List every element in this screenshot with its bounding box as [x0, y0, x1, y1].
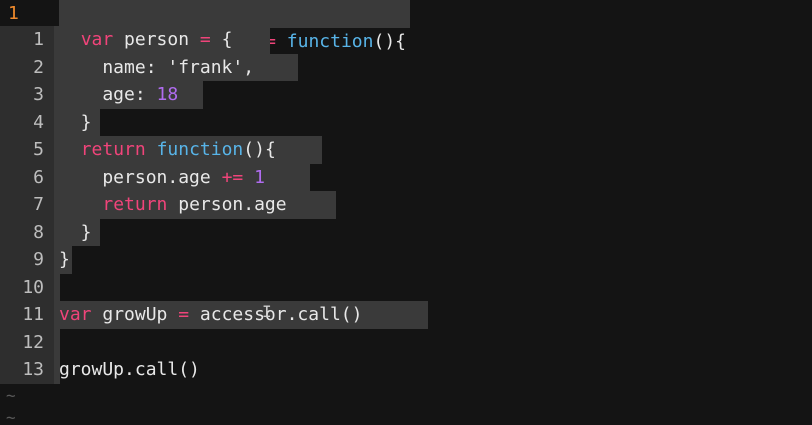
code-token: += — [221, 166, 244, 188]
code-token: name: — [59, 56, 168, 78]
line-number: 6 — [0, 163, 54, 191]
code-text: growUp.call() — [59, 356, 200, 384]
code-token: (){ — [243, 139, 276, 160]
code-token: var — [80, 29, 114, 50]
code-text: var person = { — [59, 26, 233, 54]
code-line[interactable]: 7 return person.age — [0, 191, 336, 219]
code-text: return person.age — [59, 191, 287, 219]
code-token: 'frank' — [167, 56, 244, 78]
code-line[interactable]: 13 growUp.call() — [0, 356, 200, 384]
code-line[interactable]: 11 var growUp = accessor.call() — [0, 301, 428, 329]
code-token: return — [102, 194, 168, 215]
code-line[interactable]: 8 } — [0, 218, 100, 247]
code-token: function — [156, 139, 244, 160]
code-token: = — [199, 29, 211, 50]
code-token: return — [80, 139, 146, 160]
code-text: } — [59, 219, 92, 247]
code-token: 18 — [156, 84, 179, 105]
code-token: growUp — [91, 304, 179, 325]
code-token: age: — [59, 84, 157, 105]
code-editor[interactable]: 1 var accessor= function(){ 1 var person… — [0, 0, 812, 425]
code-token: } — [59, 249, 70, 270]
line-number: 4 — [0, 108, 54, 136]
code-token: person.age — [59, 166, 222, 188]
code-line[interactable]: 3 age: 18 — [0, 81, 203, 109]
code-token: growUp.call() — [59, 359, 200, 380]
code-text: return function(){ — [59, 136, 276, 164]
function-parens: (){ — [373, 30, 406, 52]
code-text: } — [59, 246, 70, 274]
code-token: } — [59, 221, 92, 243]
code-token: , — [243, 56, 255, 78]
line-number: 11 — [0, 301, 54, 329]
current-line-number: 1 — [8, 3, 19, 24]
line-number: 9 — [0, 246, 54, 274]
code-line[interactable]: 12 — [0, 328, 60, 356]
line-number: 8 — [0, 218, 54, 246]
line-number: 7 — [0, 191, 54, 219]
code-token: = — [178, 304, 190, 325]
code-token: accessor.call() — [189, 304, 363, 325]
code-line[interactable]: 4 } — [0, 108, 100, 137]
code-text: age: 18 — [59, 81, 178, 109]
line-number: 2 — [0, 53, 54, 81]
line-number: 12 — [0, 328, 54, 356]
code-line[interactable]: 5 return function(){ — [0, 136, 322, 164]
code-token: 1 — [254, 166, 265, 188]
code-line[interactable]: 6 person.age += 1 — [0, 163, 310, 192]
code-line[interactable]: 10 — [0, 273, 60, 301]
line-number: 5 — [0, 136, 54, 164]
code-token: person.age — [167, 194, 287, 215]
line-number: 13 — [0, 356, 54, 384]
code-text: name: 'frank', — [59, 54, 254, 82]
code-text: var growUp = accessor.call() — [59, 301, 362, 329]
code-text: } — [59, 109, 92, 137]
code-token: person — [113, 29, 200, 50]
keyword-function: function — [286, 30, 374, 52]
line-number: 1 — [0, 26, 54, 54]
empty-line-marker: ~ — [6, 408, 16, 425]
code-line[interactable]: 9} — [0, 246, 72, 274]
mouse-ibeam-icon: I — [262, 302, 272, 321]
code-token: var — [59, 304, 92, 325]
code-token: { — [210, 29, 233, 50]
line-number: 3 — [0, 81, 54, 109]
current-line[interactable]: 1 var accessor= function(){ — [0, 0, 410, 52]
code-token: } — [59, 111, 92, 133]
code-line[interactable]: 1 var person = { — [0, 26, 270, 54]
line-number: 10 — [0, 273, 54, 301]
empty-line-marker: ~ — [6, 386, 16, 405]
code-text: person.age += 1 — [59, 164, 265, 192]
code-line[interactable]: 2 name: 'frank', — [0, 53, 298, 82]
